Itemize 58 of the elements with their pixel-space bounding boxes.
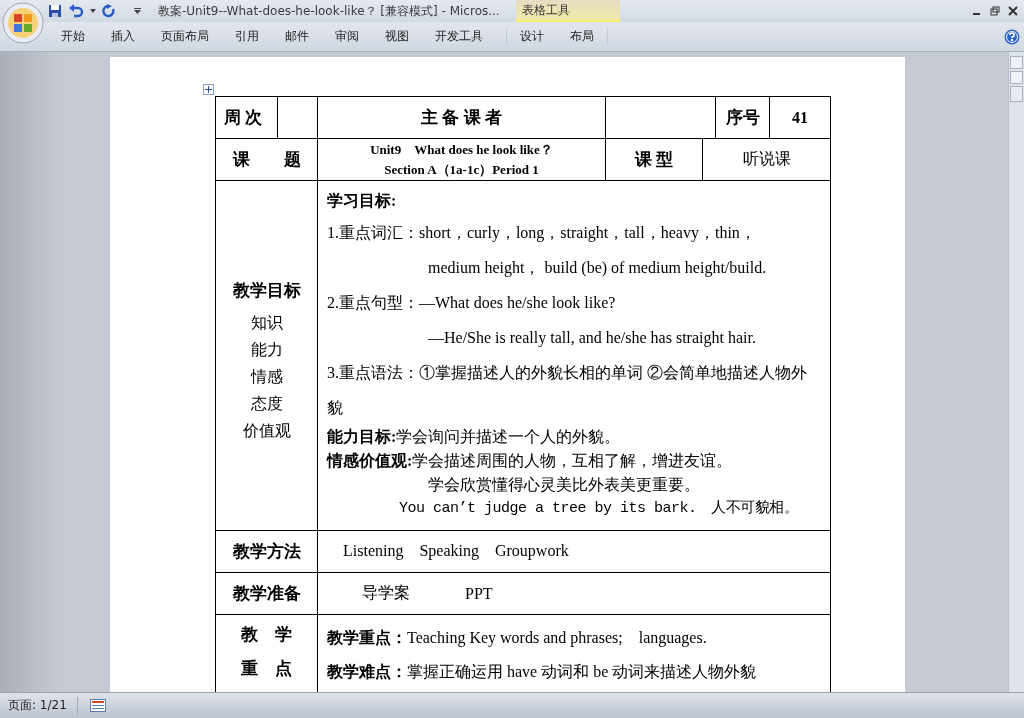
preparation-item: PPT [465, 584, 493, 603]
goal-text: 能力目标:学会询问并描述一个人的外貌。 [327, 427, 622, 447]
redo-icon[interactable] [102, 4, 116, 18]
focus-text: 教学重点：Teaching Key words and phrases; languages. [327, 628, 708, 649]
table-cell: 主 备 课 者 [318, 97, 606, 139]
table-cell: 41 [770, 97, 831, 139]
ribbon-tab[interactable]: 插入 [98, 28, 148, 45]
goal-text: 学会欣赏懂得心灵美比外表美更重要。 [427, 475, 701, 495]
focus-text: 教学难点：掌握正确运用 have 动词和 be 动词来描述人物外貌 [327, 662, 758, 682]
objective-item: 3.重点语法：①掌握描述人的外貌长相的单词 ②会简单地描述人物外貌 [327, 363, 808, 418]
objectives-sublabel: 态度 [250, 394, 283, 414]
objectives-sublabel: 知识 [250, 313, 283, 333]
ribbon-tab[interactable]: 页面布局 [148, 28, 222, 45]
objectives-sublabel: 情感 [250, 367, 283, 387]
ribbon-tab[interactable]: 布局 [557, 28, 607, 45]
table-cell: 序号 [716, 97, 770, 139]
ribbon-tab[interactable]: 审阅 [322, 28, 372, 45]
page-count[interactable]: 页面: 1/21 [8, 697, 78, 714]
objective-item: medium height， build (be) of medium height/build. [427, 258, 768, 279]
objectives-label: 教学目标 [232, 280, 301, 302]
ribbon-tab[interactable]: 邮件 [272, 28, 322, 45]
objectives-heading: 学习目标: [327, 191, 398, 211]
help-icon[interactable] [1004, 28, 1020, 45]
vertical-scrollbar[interactable] [1008, 52, 1024, 692]
objective-item: 2.重点句型：—What does he/she look like? [327, 293, 617, 313]
ribbon-tab[interactable]: 视图 [372, 28, 422, 45]
save-icon[interactable] [48, 4, 62, 18]
lesson-topic: Section A（1a-1c）Period 1 [384, 160, 539, 179]
undo-icon[interactable] [68, 4, 84, 18]
proverb-text: You can’t judge a tree by its bark. 人不可貌相。 [398, 498, 800, 519]
focus-label: 重 点 [241, 658, 292, 680]
goal-text: 情感价值观:学会描述周围的人物，互相了解，增进友谊。 [327, 451, 734, 471]
table-cell: 周 次 [216, 97, 278, 139]
objective-item: —He/She is really tall, and he/she has straight hair. [427, 328, 757, 349]
objective-item: 1.重点词汇：short，curly，long，straight，tall，heavy，thin， [327, 223, 757, 244]
ribbon-tab[interactable]: 开发工具 [422, 28, 496, 45]
objectives-sublabel: 价值观 [242, 421, 291, 441]
move-handle-icon[interactable] [203, 84, 214, 95]
restore-icon[interactable] [990, 6, 1000, 16]
table-cell: 教学准备 [216, 573, 318, 615]
preparation-item: 导学案 [362, 583, 410, 603]
contextual-tab-group: 表格工具 [515, 0, 620, 22]
ribbon-tab[interactable]: 开始 [48, 28, 98, 45]
ribbon-tab[interactable]: 设计 [507, 28, 557, 45]
objectives-sublabel: 能力 [250, 340, 283, 360]
lesson-topic: Unit9 What does he look like？ [370, 140, 553, 159]
ribbon-tab[interactable]: 引用 [222, 28, 272, 45]
table-cell: 教学方法 [216, 531, 318, 573]
customize-arrow-icon[interactable] [134, 8, 141, 14]
table-cell: 听说课 [703, 139, 831, 181]
table-cell: 课 型 [606, 139, 703, 181]
close-icon[interactable] [1008, 6, 1018, 16]
table-cell: Listening Speaking Groupwork [318, 531, 831, 573]
document-icon[interactable] [89, 699, 106, 712]
focus-label: 教 学 [241, 624, 292, 646]
table-cell: 课 题 [216, 139, 318, 181]
dropdown-arrow-icon[interactable] [90, 9, 96, 13]
window-title: 教案-Unit9--What-does-he-look-like？ [兼容模式] - Micros... [158, 2, 500, 20]
